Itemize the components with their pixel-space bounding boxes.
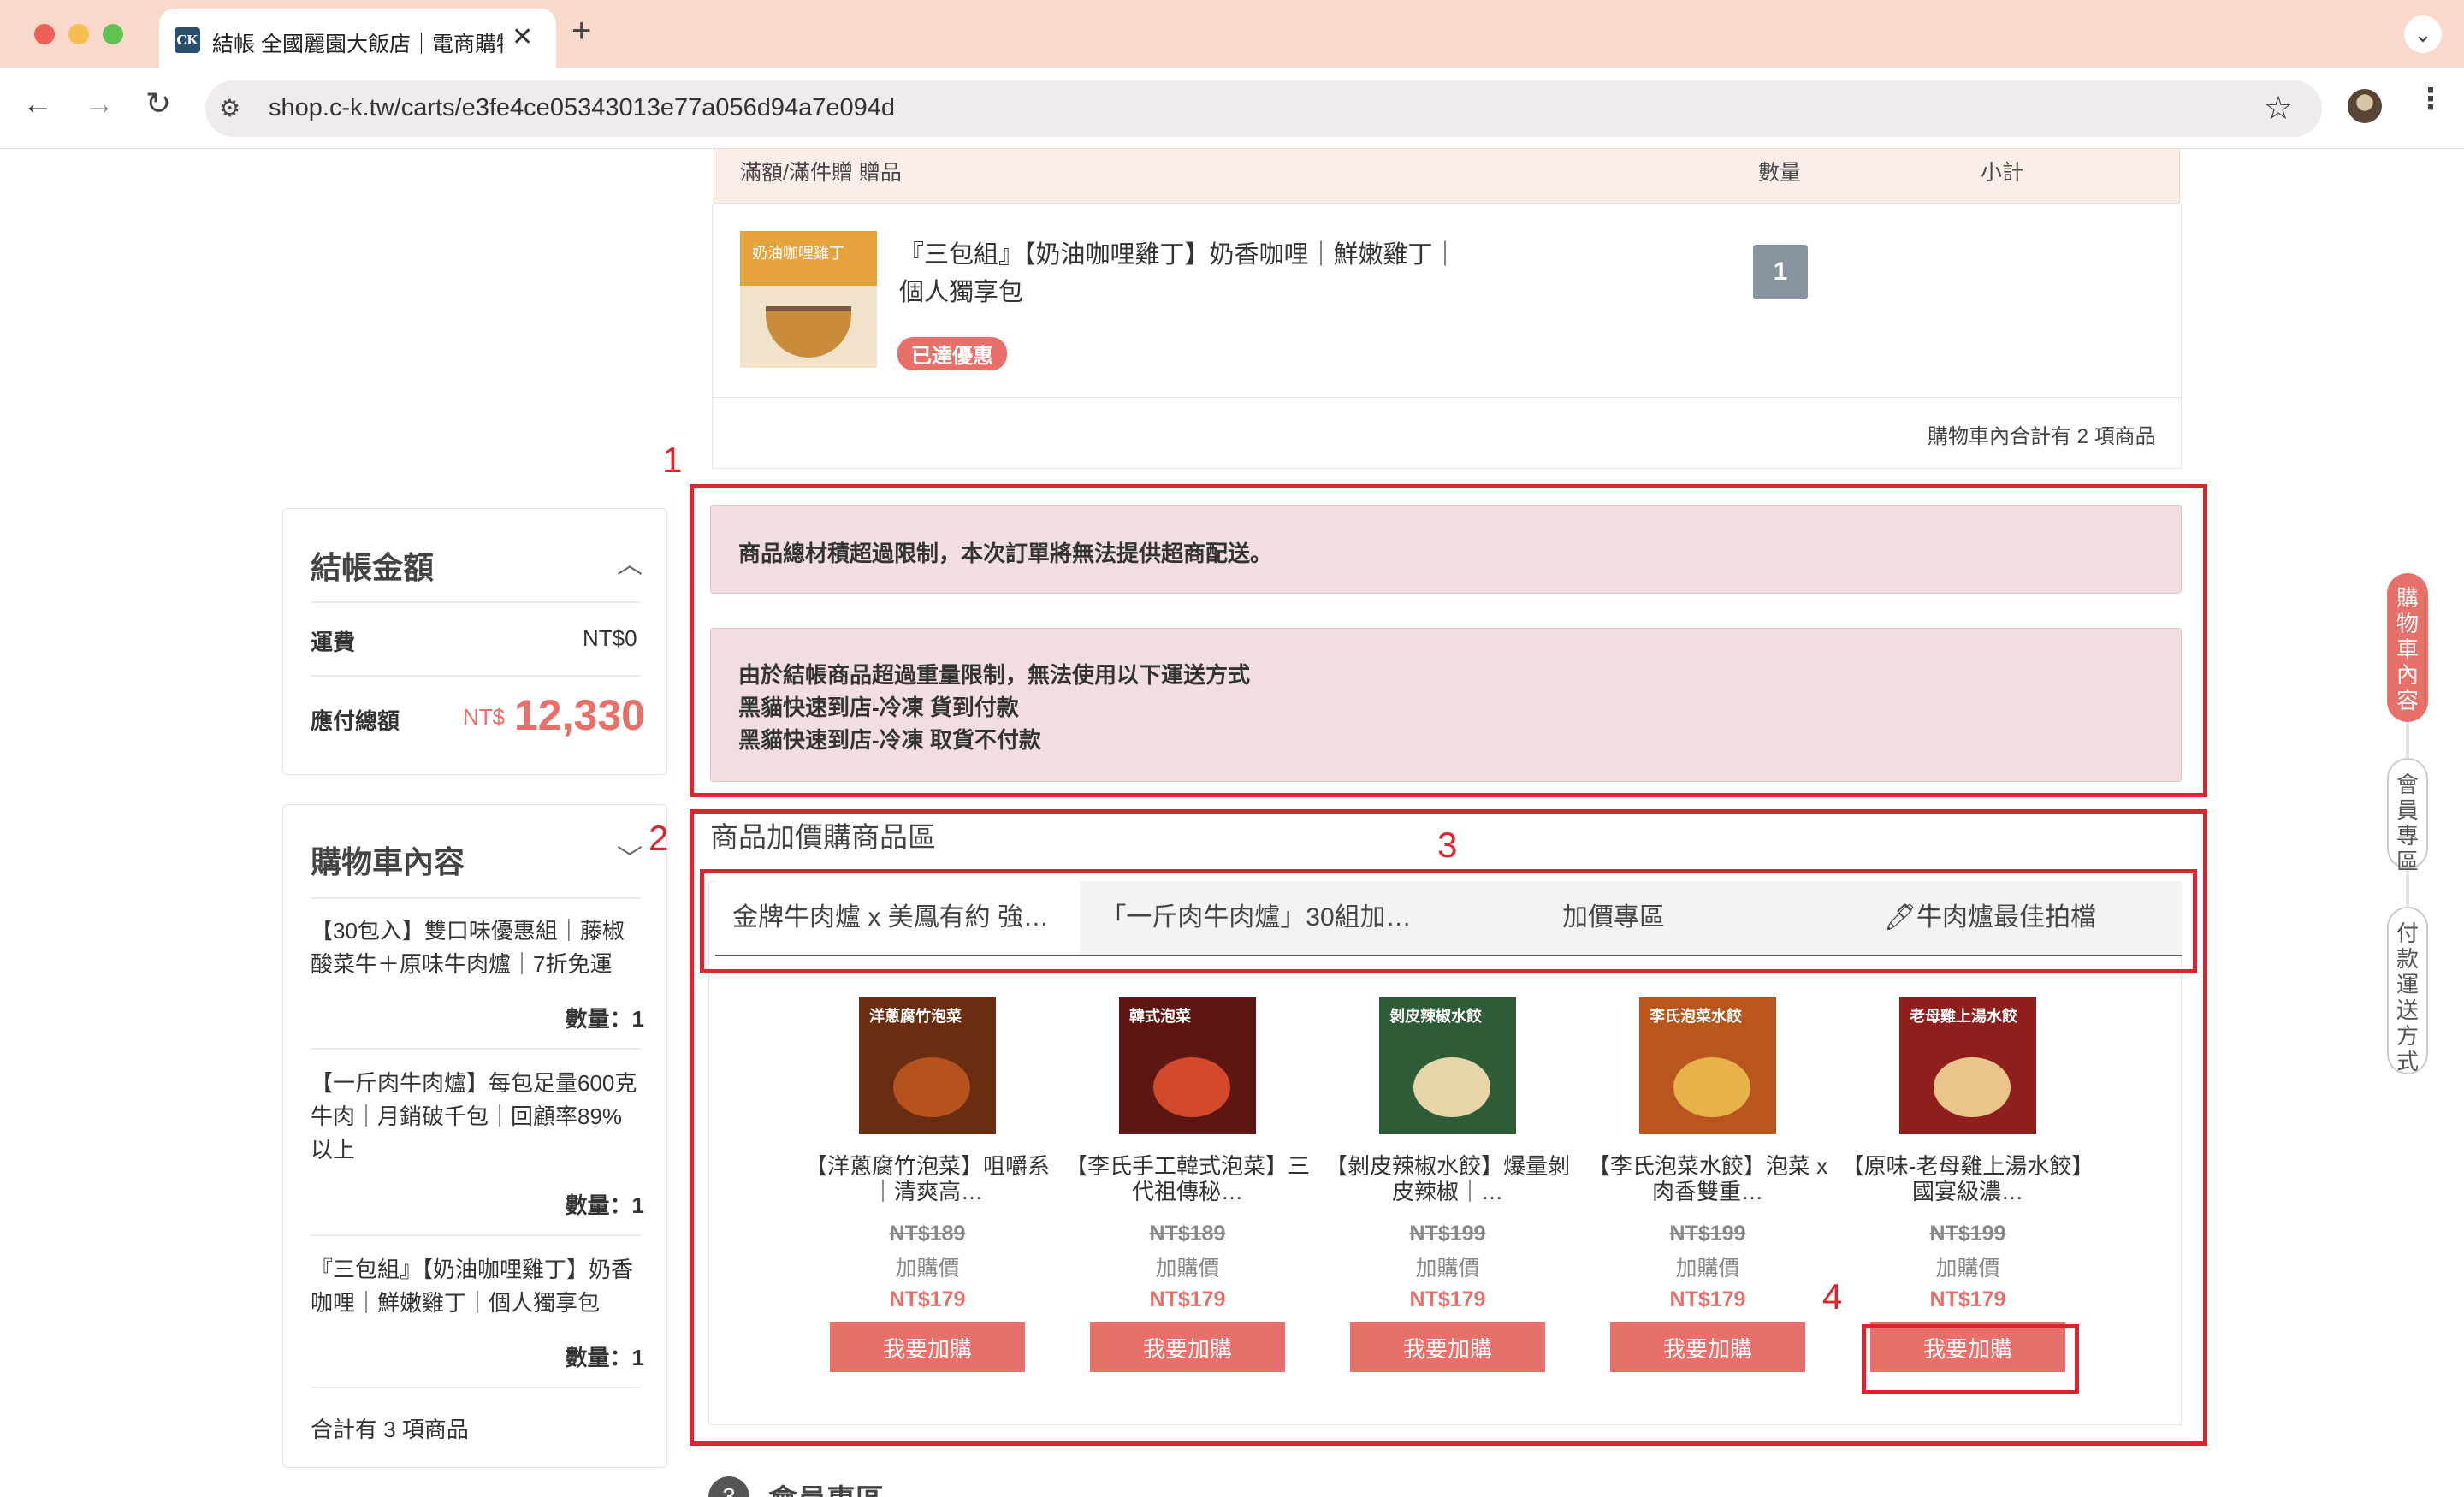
shipping-value: NT$0 <box>583 625 637 651</box>
chevron-down-icon[interactable]: ﹀ <box>617 837 643 875</box>
annotation-label-2: 2 <box>649 818 669 858</box>
gift-table-header: 滿額/滿件贈 贈品 數量 小計 <box>714 149 2180 204</box>
tab-title: 結帳 全國麗園大飯店｜電商購物 <box>212 33 503 56</box>
right-nav-payment[interactable]: 付款運送方式 <box>2387 907 2428 1074</box>
cart-item-name[interactable]: 『三包組』【奶油咖哩雞丁】奶香咖哩｜鮮嫩雞丁｜個人獨享包 <box>311 1253 644 1320</box>
annotation-label-4: 4 <box>1822 1276 1843 1317</box>
maximize-window-button[interactable] <box>103 24 123 44</box>
total-label: 應付總額 <box>311 708 400 734</box>
cart-item-name[interactable]: 【30包入】雙口味優惠組｜藤椒酸菜牛＋原味牛肉爐｜7折免運 <box>311 914 644 981</box>
browser-tabstrip: CK 結帳 全國麗園大飯店｜電商購物 ✕ + ⌄ <box>0 0 2464 68</box>
gift-product-name[interactable]: 『三包組』【奶油咖哩雞丁】奶香咖哩｜鮮嫩雞丁｜個人獨享包 <box>899 236 1481 311</box>
forward-icon[interactable]: → <box>84 86 115 121</box>
divider <box>311 675 641 677</box>
close-icon[interactable]: ✕ <box>512 22 533 52</box>
address-bar[interactable]: ⚙ shop.c-k.tw/carts/e3fe4ce05343013e77a0… <box>205 80 2322 137</box>
reload-icon[interactable]: ↻ <box>145 86 171 121</box>
gift-header-name: 滿額/滿件贈 贈品 <box>740 161 902 185</box>
checkout-amount-card: 結帳金額 ︿ 運費 NT$0 應付總額 NT$ 12,330 <box>282 508 667 775</box>
divider <box>311 1387 641 1388</box>
cart-count-note: 購物車內合計有 2 項商品 <box>1928 425 2156 448</box>
divider <box>311 1048 641 1050</box>
divider <box>311 897 641 899</box>
back-icon[interactable]: ← <box>22 86 53 121</box>
close-window-button[interactable] <box>34 24 55 44</box>
checkout-title: 結帳金額 <box>311 550 435 585</box>
star-icon[interactable]: ☆ <box>2264 89 2293 127</box>
cart-contents-card: 購物車內容 ﹀ 【30包入】雙口味優惠組｜藤椒酸菜牛＋原味牛肉爐｜7折免運 數量… <box>282 804 667 1468</box>
gift-qty-box: 1 <box>1753 245 1808 299</box>
browser-toolbar: ← → ↻ ⚙ shop.c-k.tw/carts/e3fe4ce0534301… <box>0 68 2464 149</box>
annotation-box-1 <box>690 484 2207 797</box>
gift-product-image[interactable]: 奶油咖哩雞丁 <box>740 231 877 368</box>
gift-image-text: 奶油咖哩雞丁 <box>752 245 844 262</box>
url-text[interactable]: shop.c-k.tw/carts/e3fe4ce05343013e77a056… <box>269 94 895 122</box>
gift-header-qty: 數量 <box>1758 161 1802 185</box>
promo-achieved-badge: 已達優惠 <box>897 337 1007 370</box>
tab-search-icon[interactable]: ⌄ <box>2404 15 2442 53</box>
cart-item-name[interactable]: 【一斤肉牛肉爐】每包足量600克牛肉｜月銷破千包｜回顧率89%以上 <box>311 1067 644 1167</box>
menu-icon[interactable]: ⋮ <box>2416 82 2445 116</box>
right-nav-cart[interactable]: 購物車內容 <box>2387 573 2428 722</box>
divider <box>311 601 641 603</box>
new-tab-icon[interactable]: + <box>572 12 591 50</box>
divider <box>311 1234 641 1236</box>
gift-header-subtotal: 小計 <box>1981 161 2024 185</box>
gift-table-body: 奶油咖哩雞丁 『三包組』【奶油咖哩雞丁】奶香咖哩｜鮮嫩雞丁｜個人獨享包 已達優惠… <box>712 204 2182 469</box>
annotation-label-3: 3 <box>1437 825 1458 865</box>
annotation-box-3 <box>700 869 2197 973</box>
chevron-up-icon[interactable]: ︿ <box>617 543 643 581</box>
profile-avatar[interactable] <box>2348 89 2382 123</box>
browser-tab[interactable]: CK 結帳 全國麗園大飯店｜電商購物 ✕ <box>159 9 556 68</box>
total-currency: NT$ <box>463 704 506 730</box>
member-step-number: 3 <box>708 1476 749 1497</box>
site-favicon-icon: CK <box>175 27 200 53</box>
member-section-title: 會員專區 <box>768 1476 885 1497</box>
cart-item-qty: 數量：1 <box>565 1006 644 1032</box>
shipping-label: 運費 <box>311 630 356 655</box>
cart-summary: 合計有 3 項商品 <box>311 1417 469 1442</box>
right-nav-member[interactable]: 會員專區 <box>2387 758 2428 874</box>
cart-item-qty: 數量：1 <box>565 1345 644 1370</box>
cart-title: 購物車內容 <box>311 844 465 879</box>
annotation-box-4 <box>1862 1324 2079 1394</box>
divider <box>713 397 2181 398</box>
cart-item-qty: 數量：1 <box>565 1192 644 1218</box>
annotation-label-1: 1 <box>662 440 683 480</box>
curry-bowl-graphic <box>766 306 851 358</box>
total-amount: 12,330 <box>514 691 645 739</box>
site-info-icon[interactable]: ⚙ <box>219 94 240 122</box>
minimize-window-button[interactable] <box>68 24 89 44</box>
